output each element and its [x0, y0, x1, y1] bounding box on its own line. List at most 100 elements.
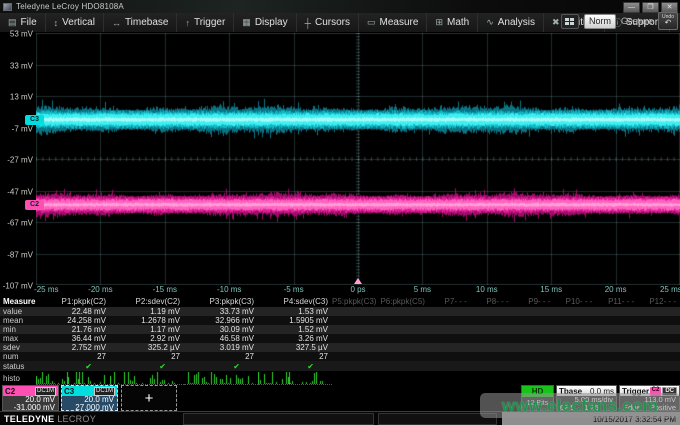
measure-value-p12 [638, 307, 680, 316]
histicon-p2 [110, 371, 184, 385]
channel-descriptor-c2[interactable]: C2 DC1M 20.0 mV -31.000 mV [2, 385, 59, 411]
waveform-display[interactable]: 53 mV33 mV13 mV-7 mV-27 mV-47 mV-67 mV-8… [0, 33, 680, 296]
cursors-icon: ┼ [305, 18, 311, 28]
measure-min-p4: 1.52 mV [258, 325, 332, 334]
measure-sdev-p8 [471, 343, 513, 352]
measure-mean-p2: 1.2678 mV [110, 316, 184, 325]
undo-icon: ↶ [665, 19, 672, 27]
measure-min-p6 [380, 325, 428, 334]
measure-mean-p12 [638, 316, 680, 325]
measure-min-p10 [554, 325, 596, 334]
menu-bar: ▤File↕Vertical↔Timebase↑Trigger▦Display┼… [0, 13, 680, 33]
param-header-p5[interactable]: P5:pkpk(C3) [332, 296, 380, 307]
param-header-p8[interactable]: P8- - - [471, 296, 513, 307]
trace-marker-c2[interactable]: C2 [25, 200, 44, 210]
menu-item-measure[interactable]: ▭Measure [359, 13, 427, 32]
measure-value-p1: 22.48 mV [36, 307, 110, 316]
measure-max-p2: 2.92 mV [110, 334, 184, 343]
measure-num-p9 [513, 352, 555, 361]
param-header-p9[interactable]: P9- - - [513, 296, 555, 307]
status-p8 [471, 361, 513, 371]
menu-item-label: Analysis [498, 17, 535, 28]
status-p12 [638, 361, 680, 371]
measure-table-title: Measure [0, 296, 36, 307]
status-p7 [429, 361, 471, 371]
measure-value-p5 [332, 307, 380, 316]
measure-value-p10 [554, 307, 596, 316]
param-header-p7[interactable]: P7- - - [429, 296, 471, 307]
param-header-p4[interactable]: P4:sdev(C3) [258, 296, 332, 307]
trigger-mode-norm-button[interactable]: Norm [584, 14, 616, 29]
menu-item-cursors[interactable]: ┼ Cursors [297, 13, 359, 32]
param-header-p10[interactable]: P10- - - [554, 296, 596, 307]
measure-mean-p8 [471, 316, 513, 325]
param-header-p1[interactable]: P1:pkpk(C2) [36, 296, 110, 307]
channel-descriptor-c3[interactable]: C3 DC1M 20.0 mV 27.000 mV [61, 385, 118, 411]
undo-button[interactable]: Undo ↶ [658, 12, 678, 30]
status-p6 [380, 361, 428, 371]
y-axis-tick-label: 53 mV [10, 30, 33, 39]
grid-icon [565, 18, 574, 25]
histicon-p4 [258, 371, 332, 385]
menu-item-analysis[interactable]: ∿Analysis [478, 13, 544, 32]
histicon-p3 [184, 371, 258, 385]
measure-max-p12 [638, 334, 680, 343]
menu-item-trigger[interactable]: ↑Trigger [177, 13, 234, 32]
trace-marker-c3[interactable]: C3 [25, 115, 44, 125]
measure-mean-p10 [554, 316, 596, 325]
x-axis-tick-label: 5 ms [414, 285, 431, 294]
measure-num-p10 [554, 352, 596, 361]
grid-layout-button[interactable] [561, 14, 579, 29]
measure-num-p8 [471, 352, 513, 361]
param-header-p6[interactable]: P6:pkpk(C5) [380, 296, 428, 307]
menu-item-label: Math [447, 17, 469, 28]
trigger-position-marker[interactable] [354, 278, 362, 284]
measure-min-p3: 30.09 mV [184, 325, 258, 334]
measure-min-p2: 1.17 mV [110, 325, 184, 334]
param-header-p3[interactable]: P3:pkpk(C3) [184, 296, 258, 307]
row-label-status: status [0, 361, 36, 371]
y-axis-tick-label: -87 mV [7, 250, 33, 259]
y-axis-tick-label: -7 mV [12, 124, 33, 133]
measure-sdev-p2: 325.2 µV [110, 343, 184, 352]
footer-slot [183, 413, 374, 425]
histicon-p11 [596, 371, 638, 385]
watermark: www.elecfans.com [480, 393, 680, 418]
measure-max-p6 [380, 334, 428, 343]
add-channel-button[interactable]: + [121, 385, 177, 411]
param-header-p11[interactable]: P11- - - [596, 296, 638, 307]
measure-sdev-p7 [429, 343, 471, 352]
x-axis-tick-label: -20 ms [88, 285, 112, 294]
app-icon [3, 3, 12, 11]
menu-item-label: Cursors [315, 17, 350, 28]
menu-item-display[interactable]: ▦Display [234, 13, 296, 32]
measure-value-p2: 1.19 mV [110, 307, 184, 316]
status-p9 [513, 361, 555, 371]
channel-c3-label: C3 [64, 387, 74, 396]
x-axis-tick-label: 20 ms [605, 285, 627, 294]
menu-item-math[interactable]: ⊞Math [427, 13, 478, 32]
channel-c2-label: C2 [5, 387, 15, 396]
measure-sdev-p12 [638, 343, 680, 352]
histicon-p6 [380, 371, 428, 385]
measure-num-p6 [380, 352, 428, 361]
measure-mean-p6 [380, 316, 428, 325]
measure-value-p8 [471, 307, 513, 316]
x-axis-tick-label: 25 ms [660, 285, 680, 294]
row-label-num: num [0, 352, 36, 361]
menu-item-vertical[interactable]: ↕Vertical [46, 13, 104, 32]
gesture-button[interactable]: Gesture [621, 16, 653, 26]
menu-item-timebase[interactable]: ↔Timebase [104, 13, 178, 32]
param-header-p2[interactable]: P2:sdev(C2) [110, 296, 184, 307]
measure-min-p11 [596, 325, 638, 334]
x-axis-tick-label: -5 ms [284, 285, 304, 294]
measure-value-p3: 33.73 mV [184, 307, 258, 316]
waveform-canvas[interactable] [36, 33, 680, 285]
menu-item-label: Measure [380, 17, 419, 28]
histogram-sparkline-p4 [258, 372, 328, 384]
measure-sdev-p10 [554, 343, 596, 352]
measure-max-p3: 46.58 mV [184, 334, 258, 343]
measure-mean-p4: 1.5905 mV [258, 316, 332, 325]
measure-max-p5 [332, 334, 380, 343]
param-header-p12[interactable]: P12- - - [638, 296, 680, 307]
